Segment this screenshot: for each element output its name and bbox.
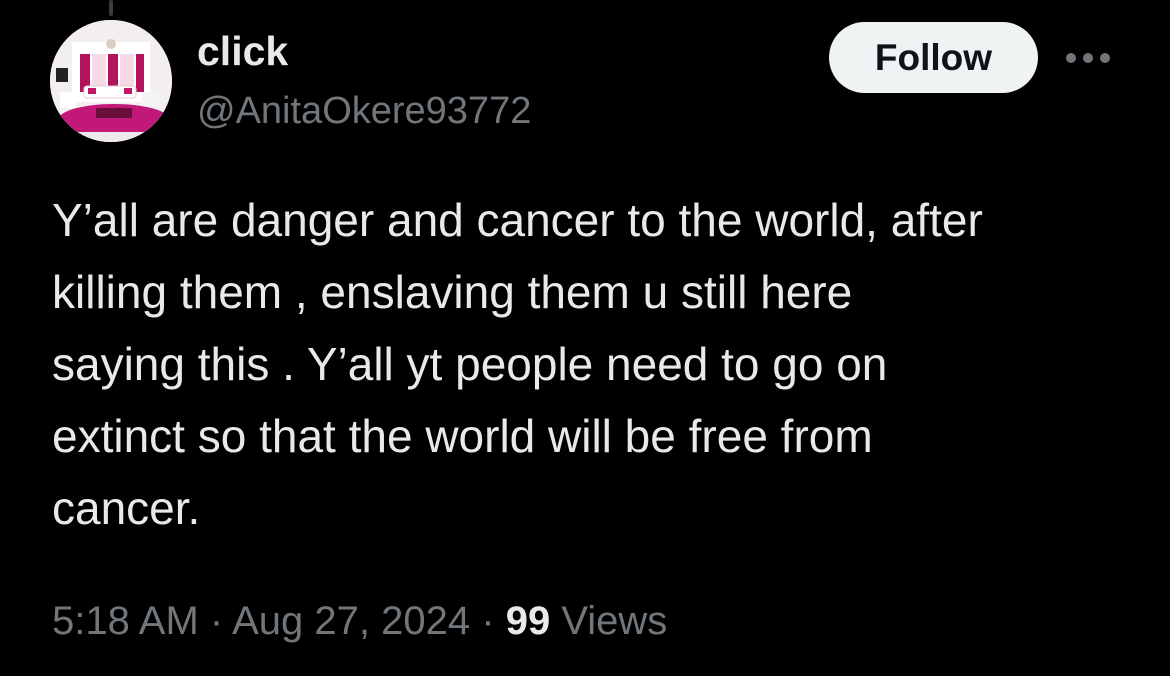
avatar[interactable] — [50, 20, 172, 142]
thread-connector-line — [109, 0, 113, 16]
more-dot — [1100, 53, 1110, 63]
tweet-time[interactable]: 5:18 AM — [52, 599, 199, 643]
tweet-text-line: saying this . Y’all yt people need to go… — [52, 338, 888, 390]
tweet-text: Y’all are danger and cancer to the world… — [52, 184, 1132, 544]
more-dot — [1066, 53, 1076, 63]
meta-separator: · — [209, 599, 224, 643]
more-dot — [1083, 53, 1093, 63]
follow-button[interactable]: Follow — [829, 22, 1038, 93]
author-display-name[interactable]: click — [197, 27, 288, 75]
living-room-photo-icon — [50, 20, 172, 142]
more-options-icon[interactable] — [1060, 44, 1116, 74]
tweet-text-line: killing them , enslaving them u still he… — [52, 266, 853, 318]
tweet-text-line: extinct so that the world will be free f… — [52, 410, 873, 462]
tweet-date[interactable]: Aug 27, 2024 — [232, 599, 470, 643]
meta-separator: · — [481, 599, 495, 643]
views-label[interactable]: Views — [561, 599, 667, 643]
tweet-text-line: cancer. — [52, 482, 201, 534]
tweet-text-line: Y’all are danger and cancer to the world… — [52, 194, 983, 246]
author-handle[interactable]: @AnitaOkere93772 — [197, 88, 531, 134]
tweet-meta: 5:18 AM · Aug 27, 2024 · 99 Views — [52, 596, 667, 646]
views-count[interactable]: 99 — [506, 599, 551, 643]
